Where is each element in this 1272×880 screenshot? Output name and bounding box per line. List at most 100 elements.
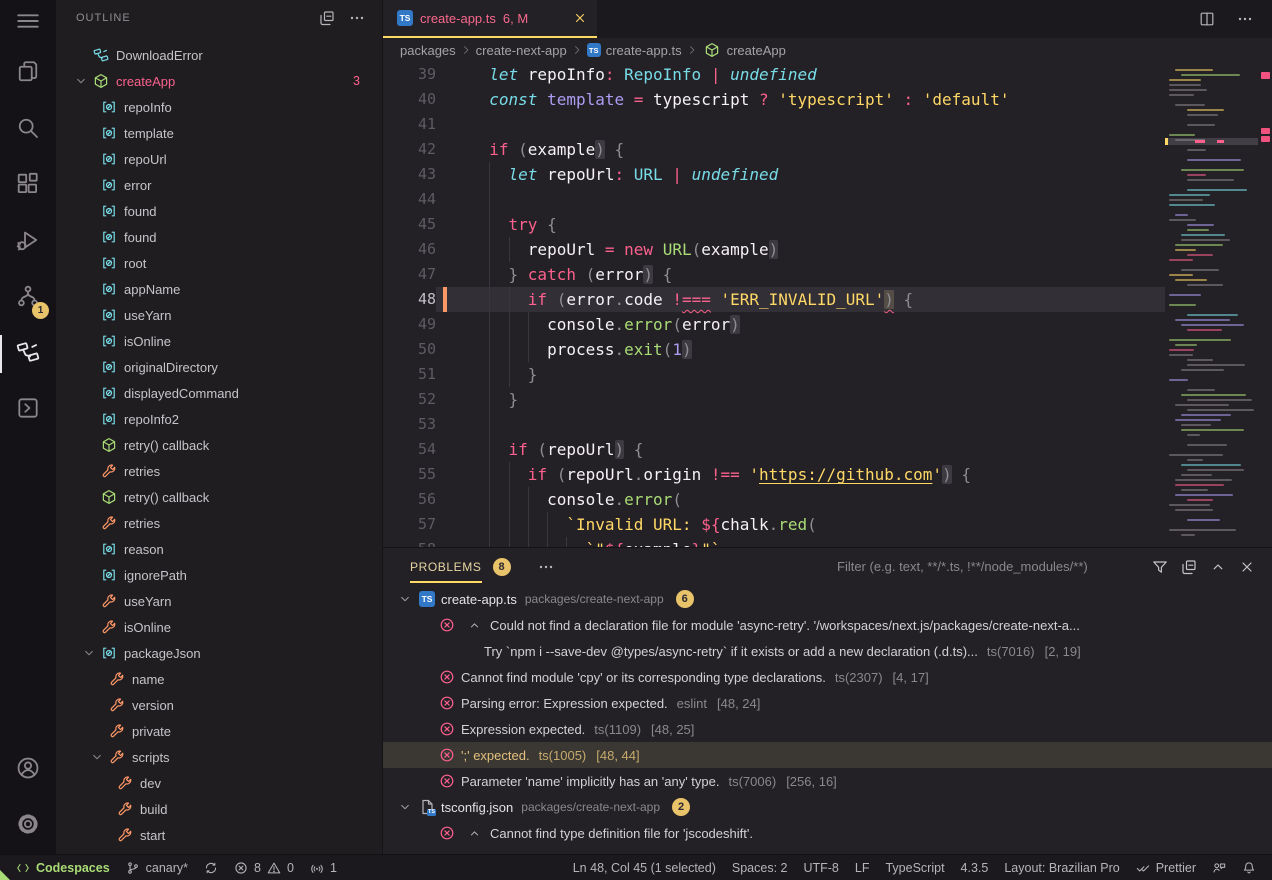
breadcrumb-item-create-app-ts[interactable]: TScreate-app.ts <box>587 43 682 58</box>
code-line-57[interactable]: 57 `Invalid URL: ${chalk.red( <box>383 512 1165 537</box>
code-line-54[interactable]: 54 if (repoUrl) { <box>383 437 1165 462</box>
code-line-43[interactable]: 43 let repoUrl: URL | undefined <box>383 162 1165 187</box>
problem-related-row[interactable]: The file is in the program because: <box>383 846 1272 854</box>
outline-item-packagejson[interactable]: packageJson <box>56 640 382 666</box>
outline-item-createapp[interactable]: createApp3 <box>56 68 382 94</box>
outline-item-found[interactable]: found <box>56 224 382 250</box>
problem-row[interactable]: Could not find a declaration file for mo… <box>383 612 1272 638</box>
problem-row[interactable]: Expression expected.ts(1109)[48, 25] <box>383 716 1272 742</box>
tab-create-app[interactable]: TS create-app.ts 6, M <box>383 0 597 38</box>
outline-item-repoinfo2[interactable]: repoInfo2 <box>56 406 382 432</box>
breadcrumb-item-createapp[interactable]: createApp <box>702 42 786 58</box>
chevron-up-icon[interactable] <box>468 827 484 840</box>
code-line-49[interactable]: 49 console.error(error) <box>383 312 1165 337</box>
outline-item-retry-callback[interactable]: retry() callback <box>56 432 382 458</box>
outline-item-displayedcommand[interactable]: displayedCommand <box>56 380 382 406</box>
problem-file-row-create-app-ts[interactable]: TScreate-app.tspackages/create-next-app6 <box>383 586 1272 612</box>
status-item-encoding[interactable]: UTF-8 <box>795 861 846 875</box>
code-line-44[interactable]: 44 <box>383 187 1165 212</box>
outline-item-template[interactable]: template <box>56 120 382 146</box>
outline-item-downloaderror[interactable]: DownloadError <box>56 42 382 68</box>
activity-item-menu[interactable] <box>0 0 56 46</box>
activity-item-search[interactable] <box>0 102 56 158</box>
editor-more-icon[interactable] <box>1234 8 1256 30</box>
outline-item-error[interactable]: error <box>56 172 382 198</box>
problem-row[interactable]: Parameter 'name' implicitly has an 'any'… <box>383 768 1272 794</box>
code-line-40[interactable]: 40 const template = typescript ? 'typesc… <box>383 87 1165 112</box>
status-item-ts-version[interactable]: 4.3.5 <box>953 861 997 875</box>
code-line-56[interactable]: 56 console.error( <box>383 487 1165 512</box>
tab-problems[interactable]: PROBLEMS <box>410 560 482 574</box>
outline-item-originaldirectory[interactable]: originalDirectory <box>56 354 382 380</box>
status-item-prettier[interactable]: Prettier <box>1128 861 1204 875</box>
problem-row[interactable]: Cannot find type definition file for 'js… <box>383 820 1272 846</box>
overview-ruler[interactable] <box>1258 62 1272 547</box>
outline-item-appname[interactable]: appName <box>56 276 382 302</box>
outline-item-isonline[interactable]: isOnline <box>56 614 382 640</box>
code-line-55[interactable]: 55 if (repoUrl.origin !== 'https://githu… <box>383 462 1165 487</box>
tab-close-icon[interactable] <box>573 11 587 25</box>
code-line-47[interactable]: 47 } catch (error) { <box>383 262 1165 287</box>
outline-item-dev[interactable]: dev <box>56 770 382 796</box>
collapse-all-icon[interactable] <box>1178 556 1200 578</box>
outline-item-useyarn[interactable]: useYarn <box>56 302 382 328</box>
outline-item-name[interactable]: name <box>56 666 382 692</box>
outline-item-root[interactable]: root <box>56 250 382 276</box>
chevron-up-icon[interactable] <box>468 619 484 632</box>
status-item-branch[interactable]: canary* <box>118 861 196 875</box>
activity-item-symbols[interactable] <box>0 326 56 382</box>
outline-item-useyarn[interactable]: useYarn <box>56 588 382 614</box>
outline-item-repoinfo[interactable]: repoInfo <box>56 94 382 120</box>
problem-file-row-tsconfig-json[interactable]: TStsconfig.jsonpackages/create-next-app2 <box>383 794 1272 820</box>
problem-related-row[interactable]: Try `npm i --save-dev @types/async-retry… <box>383 638 1272 664</box>
activity-item-source-control[interactable]: 1 <box>0 270 56 326</box>
status-item-cursor-position[interactable]: Ln 48, Col 45 (1 selected) <box>565 861 724 875</box>
code-line-53[interactable]: 53 <box>383 412 1165 437</box>
outline-item-private[interactable]: private <box>56 718 382 744</box>
code-line-51[interactable]: 51 } <box>383 362 1165 387</box>
breadcrumb-item-packages[interactable]: packages <box>400 43 456 58</box>
outline-item-isonline[interactable]: isOnline <box>56 328 382 354</box>
panel-more-icon[interactable] <box>535 556 557 578</box>
status-item-notifications[interactable] <box>1234 861 1264 875</box>
outline-item-version[interactable]: version <box>56 692 382 718</box>
status-item-sync[interactable] <box>196 861 226 875</box>
more-actions-icon[interactable] <box>346 7 368 29</box>
status-item-indentation[interactable]: Spaces: 2 <box>724 861 796 875</box>
code-line-58[interactable]: 58 `"${example}"` <box>383 537 1165 547</box>
maximize-panel-icon[interactable] <box>1207 556 1229 578</box>
outline-item-scripts[interactable]: scripts <box>56 744 382 770</box>
outline-item-build[interactable]: build <box>56 796 382 822</box>
code-line-45[interactable]: 45 try { <box>383 212 1165 237</box>
problem-row[interactable]: Parsing error: Expression expected.eslin… <box>383 690 1272 716</box>
activity-item-settings[interactable] <box>0 798 56 854</box>
status-item-eol[interactable]: LF <box>847 861 878 875</box>
outline-item-retries[interactable]: retries <box>56 458 382 484</box>
activity-item-extensions[interactable] <box>0 158 56 214</box>
code-line-52[interactable]: 52 } <box>383 387 1165 412</box>
filter-icon[interactable] <box>1149 556 1171 578</box>
status-item-feedback[interactable] <box>1204 861 1234 875</box>
code-line-39[interactable]: 39 let repoInfo: RepoInfo | undefined <box>383 62 1165 87</box>
code-line-41[interactable]: 41 <box>383 112 1165 137</box>
outline-item-start[interactable]: start <box>56 822 382 848</box>
collapse-all-icon[interactable] <box>316 7 338 29</box>
problem-row[interactable]: ';' expected.ts(1005)[48, 44] <box>383 742 1272 768</box>
status-item-ports[interactable]: 1 <box>302 861 345 875</box>
problem-row[interactable]: Cannot find module 'cpy' or its correspo… <box>383 664 1272 690</box>
problems-filter-input[interactable] <box>837 559 1135 574</box>
code-line-48[interactable]: 48 if (error.code !=== 'ERR_INVALID_URL'… <box>383 287 1165 312</box>
activity-item-explorer[interactable] <box>0 46 56 102</box>
outline-item-ignorepath[interactable]: ignorePath <box>56 562 382 588</box>
status-item-language-mode[interactable]: TypeScript <box>877 861 952 875</box>
status-item-problems-summary[interactable]: 80 <box>226 861 302 875</box>
close-panel-icon[interactable] <box>1236 556 1258 578</box>
split-editor-icon[interactable] <box>1196 8 1218 30</box>
code-line-50[interactable]: 50 process.exit(1) <box>383 337 1165 362</box>
breadcrumb-item-create-next-app[interactable]: create-next-app <box>476 43 567 58</box>
code-line-46[interactable]: 46 repoUrl = new URL(example) <box>383 237 1165 262</box>
outline-item-found[interactable]: found <box>56 198 382 224</box>
status-item-remote-indicator[interactable]: Codespaces <box>8 861 118 875</box>
outline-item-retry-callback[interactable]: retry() callback <box>56 484 382 510</box>
activity-item-accounts[interactable] <box>0 742 56 798</box>
